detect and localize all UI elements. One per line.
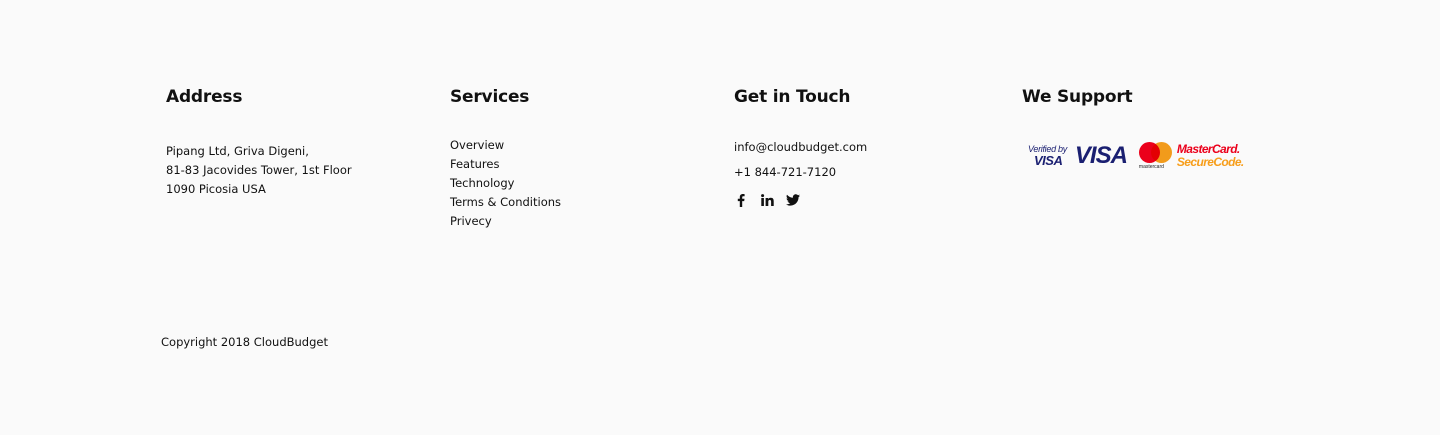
services-heading: Services [450, 87, 530, 107]
verified-by-visa-logo: Verified by VISA [1028, 145, 1067, 168]
verified-visa-label: VISA [1034, 153, 1063, 168]
services-link-technology[interactable]: Technology [450, 174, 561, 193]
address-block: Pipang Ltd, Griva Digeni, 81-83 Jacovide… [166, 142, 352, 199]
linkedin-icon[interactable] [760, 193, 774, 207]
address-line-1: Pipang Ltd, Griva Digeni, [166, 144, 309, 158]
address-line-2: 81-83 Jacovides Tower, 1st Floor [166, 163, 352, 177]
services-link-overview[interactable]: Overview [450, 136, 561, 155]
services-link-privacy[interactable]: Privecy [450, 212, 561, 231]
twitter-icon-glyph [786, 194, 800, 206]
mastercard-circles-icon: mastercard [1138, 142, 1173, 170]
securecode-label: SecureCode. [1176, 155, 1244, 169]
support-heading: We Support [1022, 87, 1133, 107]
mastercard-text: MasterCard. SecureCode. [1177, 143, 1244, 168]
mastercard-securecode-logo: mastercard MasterCard. SecureCode. [1138, 142, 1244, 170]
address-heading: Address [166, 87, 243, 107]
contact-heading: Get in Touch [734, 87, 851, 107]
services-column: Services Overview Features Technology Te… [450, 86, 561, 231]
address-column: Address Pipang Ltd, Griva Digeni, 81-83 … [166, 86, 352, 199]
social-links [734, 192, 867, 208]
twitter-icon[interactable] [786, 193, 800, 207]
contact-phone-link[interactable]: +1 844-721-7120 [734, 165, 867, 179]
services-list: Overview Features Technology Terms & Con… [450, 136, 561, 231]
payment-logos: Verified by VISA VISA mastercard MasterC… [1022, 142, 1244, 170]
mastercard-orange-circle [1150, 142, 1172, 163]
address-line-3: 1090 Picosia USA [166, 182, 266, 196]
contact-email-link[interactable]: info@cloudbudget.com [734, 140, 867, 154]
services-link-terms[interactable]: Terms & Conditions [450, 193, 561, 212]
contact-column: Get in Touch info@cloudbudget.com +1 844… [734, 86, 867, 208]
linkedin-icon-glyph [760, 194, 774, 206]
support-column: We Support Verified by VISA VISA masterc… [1022, 86, 1244, 170]
mastercard-small-label: mastercard [1138, 164, 1164, 170]
facebook-icon[interactable] [734, 193, 748, 207]
visa-logo: VISA [1074, 142, 1128, 169]
copyright-text: Copyright 2018 CloudBudget [161, 335, 328, 349]
site-footer: Address Pipang Ltd, Griva Digeni, 81-83 … [0, 0, 1440, 435]
services-link-features[interactable]: Features [450, 155, 561, 174]
facebook-icon-glyph [737, 193, 745, 207]
